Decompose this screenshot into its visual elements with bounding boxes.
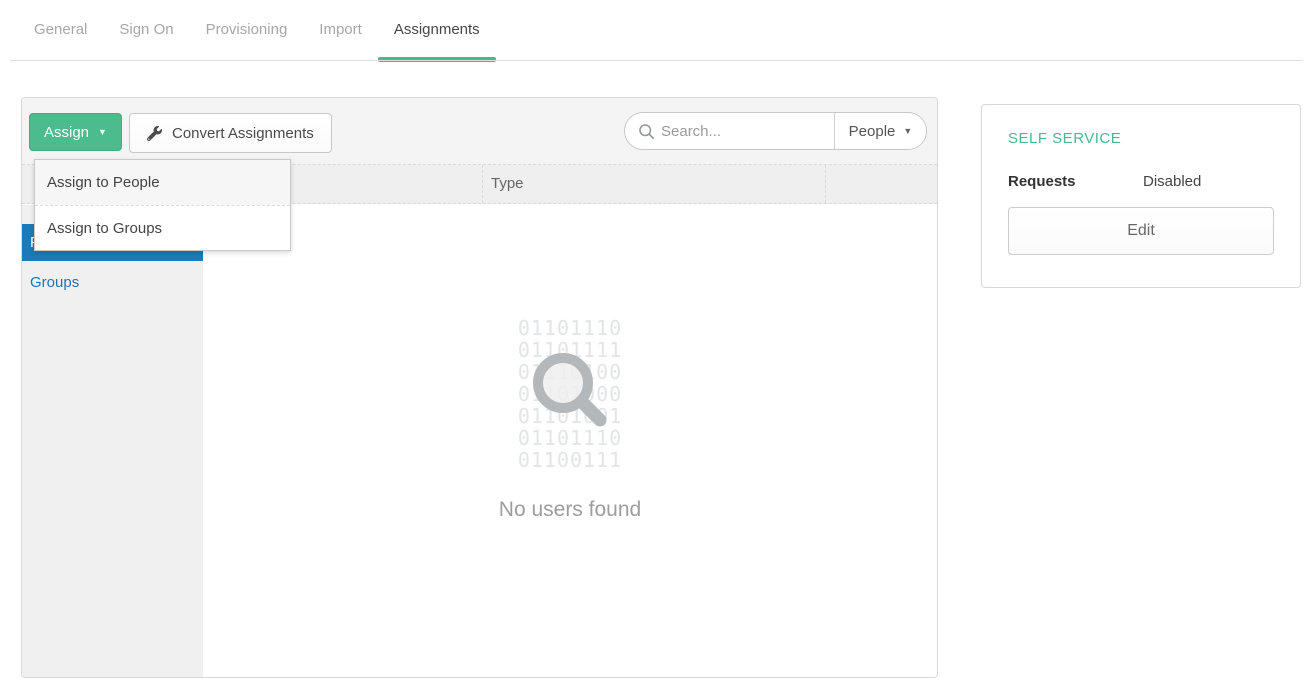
edit-button[interactable]: Edit <box>1008 207 1274 255</box>
requests-label: Requests <box>1008 173 1143 190</box>
self-service-title: SELF SERVICE <box>1008 130 1274 147</box>
search-input[interactable] <box>661 123 834 140</box>
search-bar: People ▼ <box>624 112 927 150</box>
sidebar-item-groups[interactable]: Groups <box>22 261 203 301</box>
chevron-down-icon: ▼ <box>903 127 912 136</box>
empty-state: 01101110 01101111 01110100 01101000 0110… <box>203 317 937 522</box>
assignments-list-area: 01101110 01101111 01110100 01101000 0110… <box>203 205 937 677</box>
search-icon <box>625 123 661 140</box>
column-header-actions <box>826 165 937 203</box>
tab-general[interactable]: General <box>18 0 103 60</box>
binary-line: 01101110 <box>518 317 622 339</box>
tab-provisioning[interactable]: Provisioning <box>190 0 304 60</box>
convert-assignments-label: Convert Assignments <box>172 125 314 142</box>
wrench-icon <box>147 126 162 141</box>
convert-assignments-button[interactable]: Convert Assignments <box>129 113 332 153</box>
assign-dropdown-menu: Assign to People Assign to Groups <box>34 159 291 251</box>
binary-art: 01101110 01101111 01110100 01101000 0110… <box>518 317 622 471</box>
assignments-toolbar: Assign ▼ Convert Assignments People ▼ <box>22 98 937 164</box>
requests-status: Disabled <box>1143 173 1201 190</box>
assignment-filter-sidebar: People Groups <box>22 205 203 677</box>
assign-button[interactable]: Assign ▼ <box>29 113 122 151</box>
tab-assignments[interactable]: Assignments <box>378 0 496 60</box>
assign-button-label: Assign <box>44 124 89 141</box>
menu-item-assign-to-groups[interactable]: Assign to Groups <box>35 205 290 250</box>
requests-row: Requests Disabled <box>1008 173 1274 190</box>
self-service-panel: SELF SERVICE Requests Disabled Edit <box>981 104 1301 288</box>
chevron-down-icon: ▼ <box>98 128 107 137</box>
app-tab-bar: General Sign On Provisioning Import Assi… <box>0 0 1312 60</box>
binary-line: 01100111 <box>518 449 622 471</box>
search-scope-select[interactable]: People ▼ <box>834 113 926 149</box>
search-scope-value: People <box>849 123 896 140</box>
assignments-content: People Groups 01101110 01101111 01110100… <box>22 205 937 677</box>
tab-import[interactable]: Import <box>303 0 378 60</box>
magnifier-icon <box>525 345 615 435</box>
menu-item-assign-to-people[interactable]: Assign to People <box>35 160 290 205</box>
column-header-type[interactable]: Type <box>483 165 826 203</box>
empty-state-message: No users found <box>203 498 937 522</box>
assignments-panel: Assign ▼ Convert Assignments People ▼ Ty… <box>21 97 938 678</box>
tab-sign-on[interactable]: Sign On <box>103 0 189 60</box>
tab-bar-divider <box>10 60 1303 61</box>
